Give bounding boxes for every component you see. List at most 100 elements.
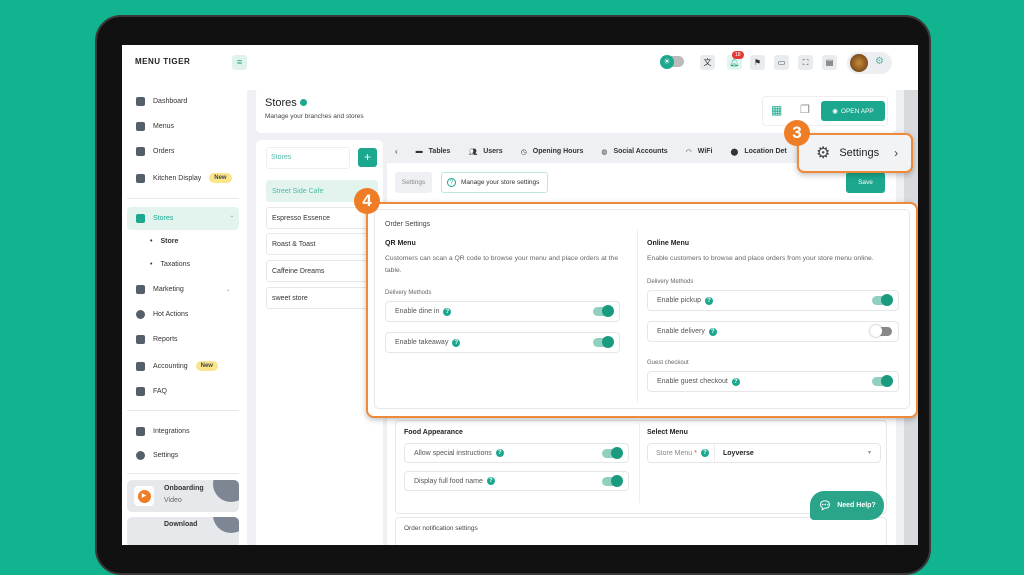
notification-count: 18 [732, 51, 744, 59]
theme-toggle[interactable]: ☀ [660, 54, 684, 69]
gear-icon: ⚙ [875, 56, 884, 67]
chat-icon: 💬︎ [818, 500, 833, 512]
megaphone-icon [136, 285, 145, 294]
order-settings-title: Order Settings [385, 221, 431, 228]
store-item[interactable]: sweet store [266, 287, 378, 309]
sidebar-item-dashboard[interactable]: Dashboard [136, 97, 187, 106]
label: Orders [153, 148, 175, 155]
store-item[interactable]: Caffeine Dreams [266, 260, 378, 282]
label: Integrations [153, 428, 190, 435]
food-appearance-title: Food Appearance [404, 429, 463, 436]
allow-special-instructions-toggle[interactable] [602, 446, 623, 459]
menu-toggle-button[interactable]: ≡ [232, 55, 247, 70]
tab-location[interactable]: ⬤ Location Det [731, 148, 787, 156]
new-badge: New [209, 173, 232, 183]
fullscreen-icon[interactable]: ⛶ [798, 55, 813, 70]
label: Taxations [160, 261, 191, 268]
onboarding-video-card[interactable]: ▶ Onboarding Video [127, 480, 239, 512]
settings-chip[interactable]: Settings [395, 172, 432, 193]
qr-delivery-methods-label: Delivery Methods [385, 290, 432, 296]
users-icon: 👥︎ [468, 148, 478, 156]
tab-tables[interactable]: ▬ Tables [416, 148, 451, 155]
sidebar-item-integrations[interactable]: Integrations [136, 427, 190, 436]
qr-menu-title: QR Menu [385, 240, 416, 247]
display-full-food-name-toggle[interactable] [602, 474, 623, 487]
help-icon[interactable]: ? [495, 449, 504, 457]
enable-guest-checkout-row: Enable guest checkout? [647, 371, 899, 392]
download-card[interactable]: Download [127, 517, 239, 545]
divider [639, 423, 640, 503]
translate-icon[interactable]: 文 [700, 55, 715, 70]
stores-search[interactable]: Stores [266, 147, 350, 169]
enable-pickup-toggle[interactable] [872, 294, 893, 306]
tab-social-accounts[interactable]: ◍ Social Accounts [601, 148, 667, 156]
notes-icon[interactable]: ▤ [822, 55, 837, 70]
chevron-right-icon[interactable]: › [894, 146, 898, 160]
help-icon[interactable]: ? [708, 327, 717, 336]
tab-users[interactable]: 👥︎ Users [468, 148, 502, 156]
sidebar-item-faq[interactable]: FAQ [136, 387, 167, 396]
sidebar-item-accounting[interactable]: Accounting New [136, 361, 218, 371]
order-notification-card: Order notification settings [395, 517, 887, 545]
dashboard-icon [136, 97, 145, 106]
store-menu-label: Store Menu [656, 449, 693, 457]
step-3-badge: 3 [784, 120, 810, 146]
enable-delivery-toggle[interactable] [870, 325, 892, 337]
profile-menu[interactable]: ⚙ [847, 52, 892, 74]
order-settings-card: Order Settings QR Menu Customers can sca… [374, 209, 910, 409]
help-icon[interactable]: ? [486, 477, 495, 485]
kitchen-icon [136, 173, 145, 183]
sidebar-item-taxations[interactable]: • Taxations [150, 261, 190, 268]
tab-wifi[interactable]: ◠ WiFi [686, 148, 713, 156]
logo: MENU TIGER [135, 57, 191, 66]
sidebar-item-reports[interactable]: Reports [136, 335, 178, 344]
tab-settings[interactable]: ⚙ Settings › [797, 133, 913, 173]
help-icon[interactable]: ? [731, 377, 740, 386]
tab-opening-hours[interactable]: ◷ Opening Hours [521, 148, 584, 156]
sidebar-item-settings[interactable]: Settings [136, 451, 178, 460]
enable-pickup-row: Enable pickup? [647, 290, 899, 311]
stores-icon [136, 214, 145, 223]
sidebar-item-marketing[interactable]: Marketing ⌄ [136, 285, 231, 294]
label: Stores [153, 215, 174, 222]
devices-icon[interactable]: ▭ [774, 55, 789, 70]
copy-icon[interactable]: ❐ [800, 103, 810, 116]
enable-dine-in-row: Enable dine in? [385, 301, 620, 322]
enable-dine-in-toggle[interactable] [593, 305, 614, 317]
sidebar-item-hot-actions[interactable]: Hot Actions [136, 310, 188, 319]
help-icon[interactable]: ? [704, 296, 713, 305]
sidebar-item-menus[interactable]: Menus [136, 122, 174, 131]
flag-icon[interactable]: ⚑ [750, 55, 765, 70]
store-menu-select[interactable]: Store Menu *? Loyverse ▼ [647, 443, 881, 463]
help-icon[interactable]: ? [700, 449, 709, 457]
save-button[interactable]: Save [846, 172, 885, 193]
label: Reports [153, 336, 178, 343]
sidebar-item-orders[interactable]: Orders [136, 147, 174, 156]
label: Marketing [153, 286, 184, 293]
sun-icon: ☀ [660, 54, 674, 69]
orders-icon [136, 147, 145, 156]
help-icon[interactable]: ? [443, 307, 452, 316]
wifi-icon: ◠ [685, 148, 692, 156]
header-actions: ▦ ❐ ◉ OPEN APP [762, 96, 888, 126]
allow-special-instructions-row: Allow special instructions? [404, 443, 629, 463]
settings-tab-label: Settings [839, 147, 880, 159]
step-4-badge: 4 [354, 188, 380, 214]
open-app-button[interactable]: ◉ OPEN APP [821, 101, 885, 121]
store-item[interactable]: Roast & Toast [266, 233, 378, 255]
label: Dashboard [153, 98, 188, 105]
add-store-button[interactable]: + [358, 148, 377, 167]
page-title: Stores [265, 97, 307, 109]
sidebar-stores-label[interactable]: Stores ⌃ [136, 214, 234, 223]
chevron-left-icon[interactable]: ‹ [395, 147, 398, 156]
table-icon: ▬ [415, 148, 423, 155]
sidebar-item-kitchen-display[interactable]: Kitchen Display New [136, 173, 232, 183]
caret-down-icon: ▼ [867, 450, 872, 456]
enable-takeaway-toggle[interactable] [593, 336, 614, 348]
help-icon[interactable]: ? [452, 338, 461, 347]
manage-settings-button[interactable]: ? Manage your store settings [441, 172, 548, 193]
need-help-button[interactable]: 💬︎ Need Help? [810, 491, 884, 520]
enable-guest-checkout-toggle[interactable] [872, 375, 893, 387]
sidebar-item-store[interactable]: • Store [150, 238, 178, 245]
qr-code-icon[interactable]: ▦ [771, 103, 782, 117]
